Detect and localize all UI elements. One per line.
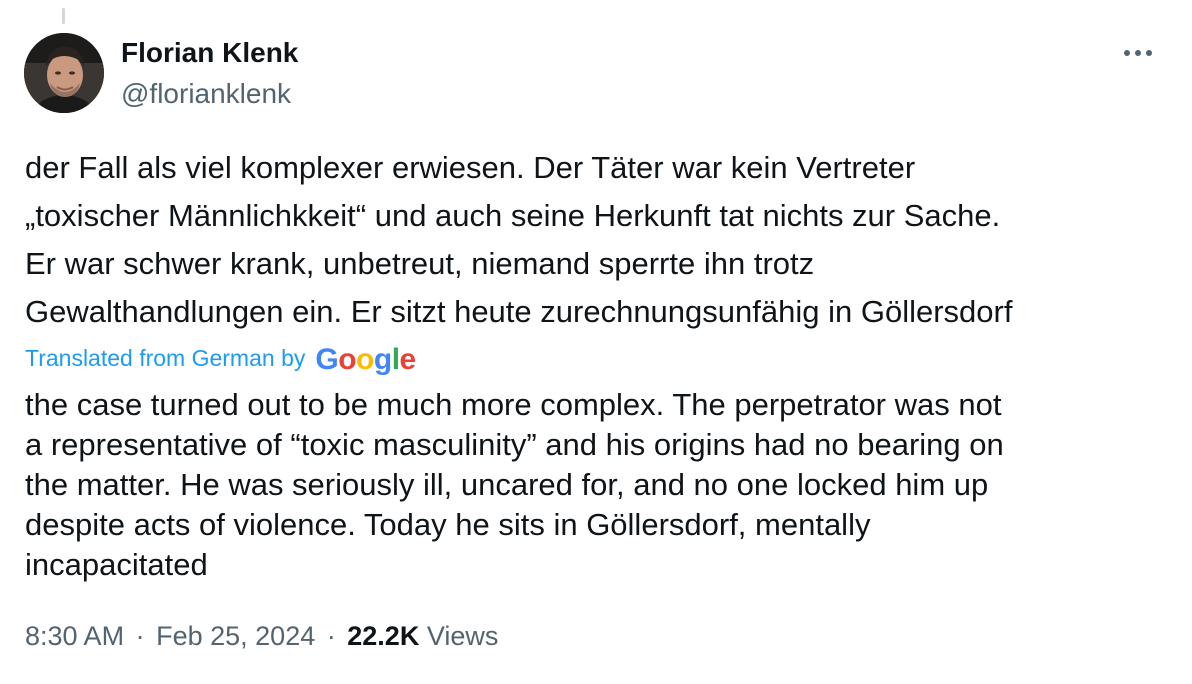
views-count[interactable]: 22.2K bbox=[347, 621, 419, 651]
translated-text-line: a representative of “toxic masculinity” … bbox=[25, 427, 1004, 462]
tweet-time[interactable]: 8:30 AM bbox=[25, 621, 124, 651]
tweet-original-text: der Fall als viel komplexer erwiesen. De… bbox=[25, 144, 1175, 336]
thread-connector-line bbox=[62, 8, 65, 24]
meta-separator: · bbox=[326, 621, 336, 651]
translated-text-line: the case turned out to be much more comp… bbox=[25, 387, 1002, 422]
avatar[interactable] bbox=[24, 33, 104, 113]
original-text-line: Er war schwer krank, unbetreut, niemand … bbox=[25, 246, 815, 281]
translated-text-line: despite acts of violence. Today he sits … bbox=[25, 507, 871, 542]
original-text-line: „toxischer Männlichkkeit“ und auch seine… bbox=[25, 198, 1001, 233]
google-logo: Google bbox=[315, 343, 416, 376]
translation-attribution[interactable]: Translated from German by Google bbox=[25, 336, 416, 380]
original-text-line: der Fall als viel komplexer erwiesen. De… bbox=[25, 150, 916, 185]
translated-text-line: the matter. He was seriously ill, uncare… bbox=[25, 467, 989, 502]
original-text-line: Gewalthandlungen ein. Er sitzt heute zur… bbox=[25, 294, 1013, 329]
more-horizontal-icon bbox=[1124, 50, 1152, 56]
meta-separator: · bbox=[135, 621, 145, 651]
more-options-button[interactable] bbox=[1118, 36, 1158, 70]
author-handle[interactable]: @florianklenk bbox=[121, 77, 291, 111]
views-label: Views bbox=[426, 621, 499, 651]
avatar-photo bbox=[24, 33, 104, 113]
author-name[interactable]: Florian Klenk bbox=[121, 36, 298, 70]
translated-text-line: incapacitated bbox=[25, 547, 208, 582]
tweet-meta: 8:30 AM · Feb 25, 2024 · 22.2K Views bbox=[25, 618, 498, 654]
tweet-date[interactable]: Feb 25, 2024 bbox=[156, 621, 315, 651]
tweet-translated-text: the case turned out to be much more comp… bbox=[25, 385, 1175, 585]
translated-from-label[interactable]: Translated from German by bbox=[25, 345, 305, 372]
